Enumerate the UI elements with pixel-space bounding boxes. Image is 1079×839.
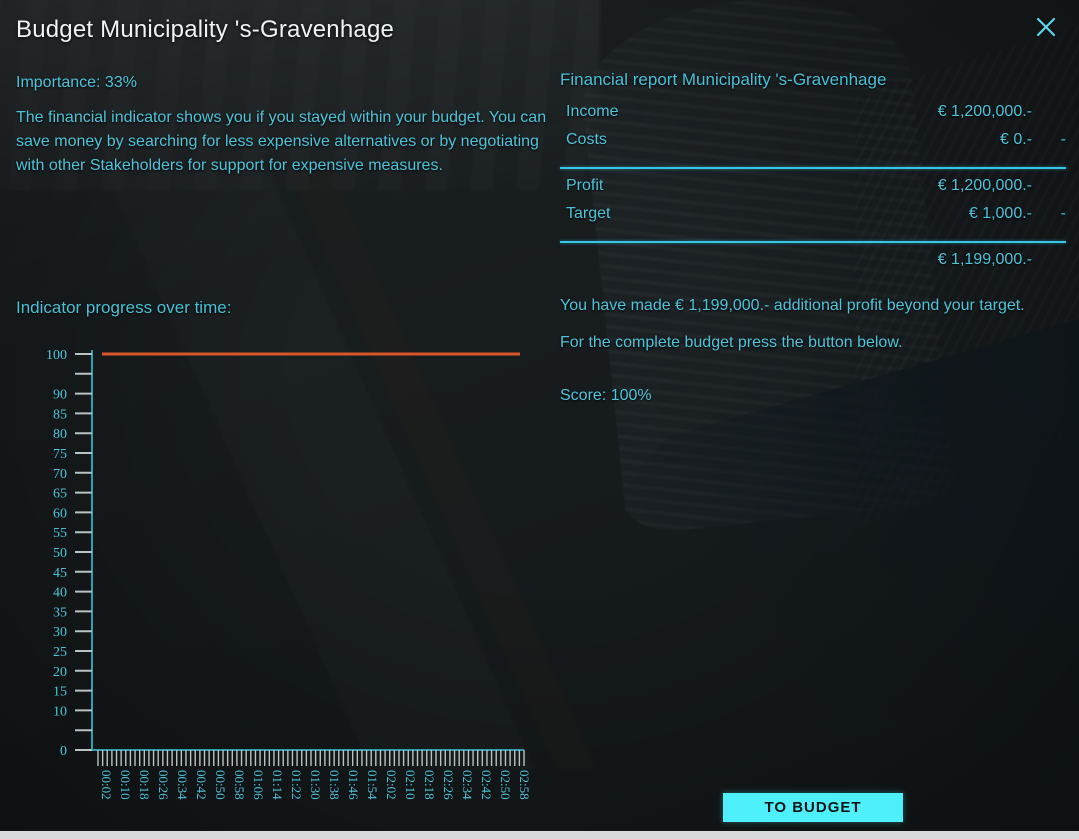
report-divider-top	[560, 167, 1066, 169]
financial-report-title: Financial report Municipality 's-Gravenh…	[560, 70, 887, 89]
page-title: Budget Municipality 's-Gravenhage	[16, 16, 395, 43]
y-tick-label: 45	[53, 566, 67, 581]
x-tick-label: 02:50	[498, 770, 513, 800]
x-tick-label: 01:06	[251, 770, 266, 800]
x-tick-label: 02:26	[441, 770, 456, 800]
report-label-profit: Profit	[566, 177, 604, 194]
x-tick-label: 00:18	[137, 770, 152, 800]
indicator-description: The financial indicator shows you if you…	[16, 109, 547, 174]
x-tick-label: 02:10	[403, 770, 418, 800]
x-tick-label: 00:50	[213, 770, 228, 800]
report-divider-bottom	[560, 241, 1066, 243]
report-operator-costs: -	[1060, 131, 1066, 148]
x-tick-label: 01:54	[365, 770, 380, 800]
report-amount-target: € 1,000.-	[968, 205, 1032, 222]
chart-canvas: 0 10 15 20 25 30 35 40 45 50 55 60 65 70 75 80 85 90 100 00…	[46, 348, 532, 800]
chart-heading: Indicator progress over time:	[16, 298, 232, 317]
x-tick-label: 00:34	[175, 770, 190, 800]
x-tick-label: 02:02	[384, 770, 399, 800]
report-button-hint: For the complete budget press the button…	[560, 334, 903, 351]
y-tick-label: 30	[53, 625, 67, 640]
score-label: Score: 100%	[560, 387, 652, 404]
x-tick-label: 01:14	[270, 770, 285, 800]
window-bottom-strip	[0, 831, 1079, 839]
x-tick-label: 02:34	[460, 770, 475, 800]
report-row-income: Income € 1,200,000.-	[560, 103, 1066, 131]
y-tick-label: 80	[53, 427, 67, 442]
close-icon	[1036, 17, 1056, 37]
close-button[interactable]	[1029, 10, 1063, 44]
y-tick-label: 10	[53, 704, 67, 719]
y-tick-label: 40	[53, 586, 67, 601]
to-budget-button[interactable]: TO BUDGET	[723, 793, 903, 822]
y-tick-label: 65	[53, 487, 67, 502]
x-tick-label: 00:10	[118, 770, 133, 800]
report-operator-target: -	[1060, 205, 1066, 222]
report-label-target: Target	[566, 205, 611, 222]
x-tick-label: 01:30	[308, 770, 323, 800]
x-tick-label: 02:58	[517, 770, 532, 800]
y-tick-label: 25	[53, 645, 67, 660]
x-tick-label: 01:46	[346, 770, 361, 800]
y-tick-label: 15	[53, 685, 67, 700]
indicator-progress-chart: 0 10 15 20 25 30 35 40 45 50 55 60 65 70 75 80 85 90 100 00…	[0, 336, 560, 836]
y-tick-label: 20	[53, 665, 67, 680]
x-tick-label: 00:02	[99, 770, 114, 800]
y-tick-label: 85	[53, 407, 67, 422]
report-label-income: Income	[566, 103, 619, 120]
x-tick-label: 00:42	[194, 770, 209, 800]
y-tick-label: 70	[53, 467, 67, 482]
x-tick-label: 02:18	[422, 770, 437, 800]
report-amount-income: € 1,200,000.-	[937, 103, 1032, 120]
y-tick-label: 90	[53, 388, 67, 403]
report-row-profit: Profit € 1,200,000.-	[560, 177, 1066, 205]
y-tick-label: 75	[53, 447, 67, 462]
x-tick-label: 01:38	[327, 770, 342, 800]
x-tick-label: 00:26	[156, 770, 171, 800]
report-profit-note: You have made € 1,199,000.- additional p…	[560, 297, 1025, 314]
importance-label: Importance: 33%	[16, 74, 137, 91]
x-tick-label: 01:22	[289, 770, 304, 800]
report-amount-total: € 1,199,000.-	[937, 251, 1032, 268]
y-tick-label: 55	[53, 526, 67, 541]
y-tick-label: 35	[53, 605, 67, 620]
y-tick-label: 0	[60, 744, 67, 759]
report-amount-costs: € 0.-	[999, 131, 1032, 148]
x-tick-label: 02:42	[479, 770, 494, 800]
y-tick-label: 60	[53, 506, 67, 521]
financial-report-panel: Financial report Municipality 's-Gravenh…	[560, 70, 1066, 405]
report-row-costs: Costs € 0.- -	[560, 131, 1066, 159]
x-tick-label: 00:58	[232, 770, 247, 800]
report-row-target: Target € 1,000.- -	[560, 205, 1066, 233]
report-row-total: € 1,199,000.-	[560, 251, 1066, 277]
report-amount-profit: € 1,200,000.-	[937, 177, 1032, 194]
budget-dialog: Budget Municipality 's-Gravenhage Import…	[0, 0, 1079, 839]
y-tick-label: 100	[46, 348, 67, 363]
report-label-costs: Costs	[566, 131, 607, 148]
y-tick-label: 50	[53, 546, 67, 561]
